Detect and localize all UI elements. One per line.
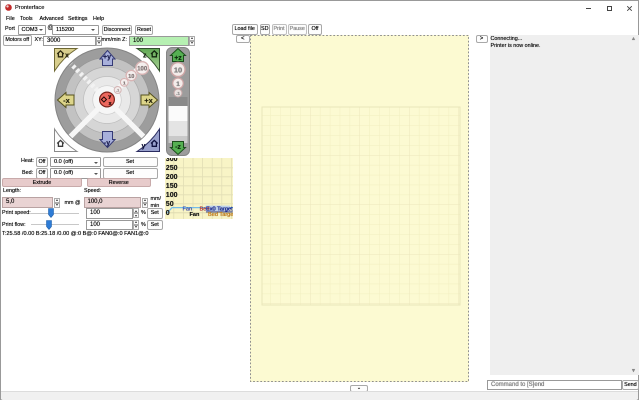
svg-text:200: 200	[165, 174, 177, 181]
svg-text:-y: -y	[104, 140, 110, 147]
svg-text:Bed Target: Bed Target	[208, 212, 233, 218]
svg-text:100: 100	[137, 66, 148, 72]
svg-text:150: 150	[165, 183, 177, 190]
svg-text:y: y	[142, 143, 146, 150]
svg-text:100: 100	[165, 192, 177, 199]
svg-text:+y: +y	[103, 54, 111, 61]
svg-text:10: 10	[128, 74, 134, 80]
svg-text:Fan: Fan	[189, 212, 200, 218]
svg-text:1: 1	[176, 81, 180, 88]
svg-text:.1: .1	[116, 89, 119, 93]
svg-text:.1: .1	[176, 91, 180, 96]
svg-text:50: 50	[165, 201, 173, 208]
svg-text:0: 0	[165, 210, 169, 217]
svg-text:-z: -z	[175, 144, 181, 151]
svg-text:1: 1	[123, 80, 126, 86]
svg-text:+x: +x	[144, 96, 153, 105]
svg-text:x: x	[65, 53, 69, 60]
svg-text:300: 300	[165, 158, 177, 163]
svg-text:250: 250	[165, 165, 177, 172]
svg-text:z: z	[143, 52, 147, 59]
svg-text:+z: +z	[174, 55, 182, 62]
svg-text:10: 10	[174, 66, 182, 75]
svg-text:-x: -x	[63, 96, 70, 105]
